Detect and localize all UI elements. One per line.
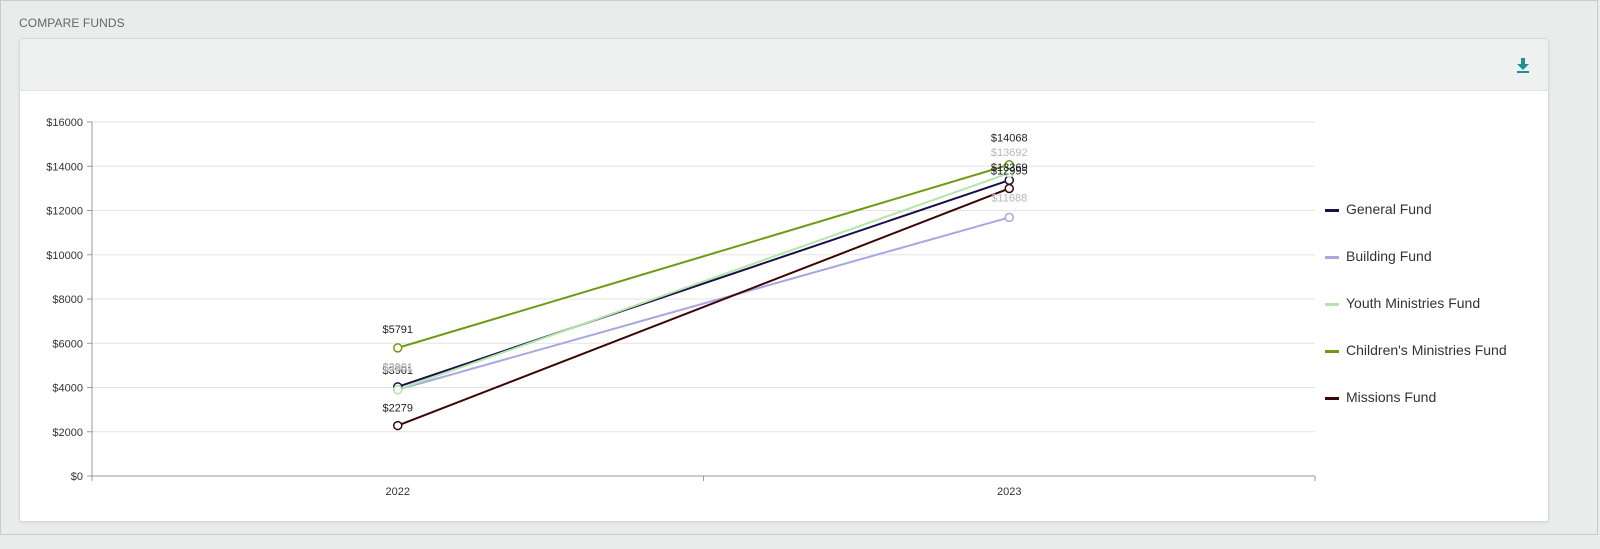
legend-swatch (1325, 303, 1339, 306)
y-tick-label: $0 (71, 471, 83, 483)
legend-label: Building Fund (1346, 248, 1432, 264)
series-line (397, 179, 1010, 388)
series-line (397, 172, 1010, 391)
data-point (1004, 183, 1014, 194)
legend-swatch (1325, 256, 1339, 259)
y-tick-label: $2000 (52, 427, 83, 439)
data-point (1004, 212, 1014, 223)
data-label: $13692 (991, 147, 1028, 159)
legend-swatch (1325, 209, 1339, 212)
data-label: $11688 (991, 192, 1027, 204)
compare-funds-widget: COMPARE FUNDS $0 $2000 $4000 $6000 $8000 $100… (0, 0, 1598, 535)
y-tick-label: $4000 (52, 383, 83, 395)
series-line (397, 187, 1010, 427)
data-point (393, 420, 403, 431)
legend-label: General Fund (1346, 201, 1432, 217)
y-tick-label: $6000 (52, 338, 83, 350)
x-tick-label: 2022 (386, 486, 410, 498)
y-tick-label: $10000 (46, 250, 83, 262)
y-tick-label: $12000 (46, 206, 83, 218)
line-chart: $0 $2000 $4000 $6000 $8000 $10000 $12000 $14000… (46, 117, 1316, 498)
y-tick-label: $16000 (46, 117, 83, 129)
data-label: $2279 (382, 403, 413, 415)
legend-swatch (1325, 397, 1339, 400)
x-tick-label: 2023 (997, 486, 1021, 498)
data-label: $5791 (382, 324, 413, 336)
legend-label: Missions Fund (1346, 389, 1437, 405)
series-line (397, 216, 1010, 391)
legend-swatch (1325, 350, 1339, 353)
data-label: $12995 (991, 165, 1028, 177)
data-point (393, 384, 403, 395)
legend-label: Children's Ministries Fund (1346, 342, 1507, 358)
series-line (397, 163, 1010, 349)
data-label: $3901 (382, 362, 413, 374)
y-tick-label: $14000 (46, 161, 83, 173)
legend-label: Youth Ministries Fund (1346, 295, 1481, 311)
y-tick-label: $8000 (52, 294, 83, 306)
data-point (393, 343, 403, 353)
data-label: $14068 (991, 133, 1028, 145)
